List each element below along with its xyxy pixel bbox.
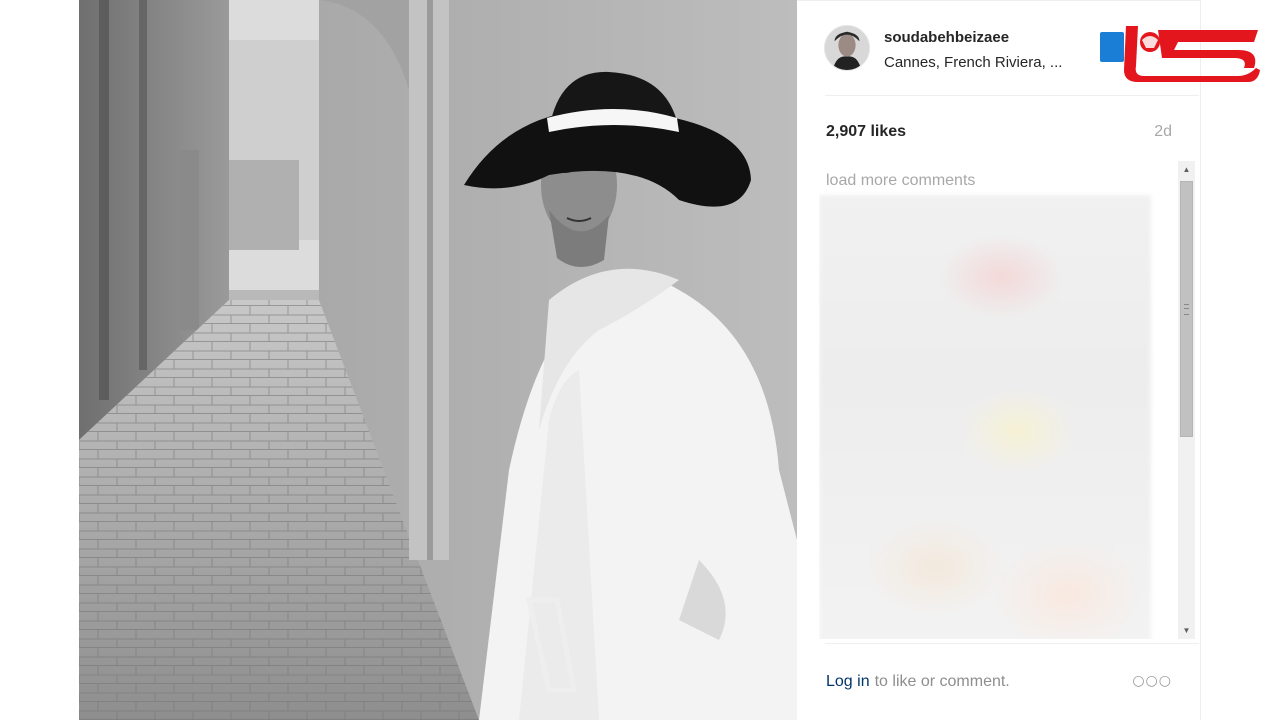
scroll-up-icon[interactable]: ▲ xyxy=(1178,161,1195,178)
scroll-down-icon[interactable]: ▼ xyxy=(1178,622,1195,639)
comments-scrollbar[interactable]: ▲ ▼ xyxy=(1178,161,1195,639)
logo-image xyxy=(1100,26,1260,82)
site-logo xyxy=(1098,20,1263,88)
blurred-comments-area xyxy=(819,195,1151,639)
avatar[interactable] xyxy=(824,25,870,71)
login-prompt: Log in to like or comment. xyxy=(826,673,1010,691)
login-suffix: to like or comment. xyxy=(874,673,1010,690)
header-divider xyxy=(825,95,1199,96)
post-side-panel: soudabehbeizaee Cannes, French Riviera, … xyxy=(797,0,1201,720)
post-photo[interactable] xyxy=(79,0,797,720)
scroll-grip-icon xyxy=(1184,304,1189,315)
load-more-comments-button[interactable]: load more comments xyxy=(826,172,975,190)
comments-section: load more comments xyxy=(819,161,1201,639)
more-options-icon[interactable]: ○○○ xyxy=(1132,673,1172,689)
scroll-thumb[interactable] xyxy=(1180,181,1193,437)
instagram-post-view: soudabehbeizaee Cannes, French Riviera, … xyxy=(0,0,1280,720)
avatar-image xyxy=(825,26,869,70)
post-time: 2d xyxy=(1154,123,1172,140)
footer-divider xyxy=(825,643,1199,644)
login-link[interactable]: Log in xyxy=(826,673,870,690)
likes-count[interactable]: 2,907 likes xyxy=(826,123,906,141)
username-link[interactable]: soudabehbeizaee xyxy=(884,29,1009,46)
location-label[interactable]: Cannes, French Riviera, ... xyxy=(884,54,1062,71)
photo-image xyxy=(79,0,797,720)
